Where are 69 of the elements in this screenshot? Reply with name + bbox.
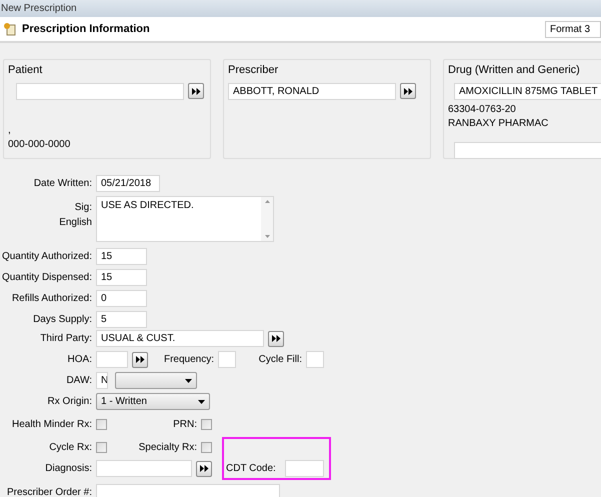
checkbox[interactable]: [96, 418, 107, 430]
input-field[interactable]: 5: [96, 311, 147, 328]
field-label: Third Party:: [40, 332, 92, 346]
input-field[interactable]: 05/21/2018: [96, 175, 160, 192]
input-field[interactable]: [16, 82, 184, 100]
field-label: Date Written:: [34, 177, 92, 191]
field-label: Frequency:: [164, 353, 214, 367]
field-label: Days Supply:: [33, 313, 92, 327]
patient-info: ,: [8, 124, 11, 138]
lookup-button[interactable]: [196, 460, 212, 476]
input-field[interactable]: 0: [96, 290, 147, 307]
field-label: Prescriber Order #:: [6, 486, 92, 497]
field-label: DAW:: [66, 374, 92, 388]
language-label: English: [59, 216, 92, 230]
checkbox[interactable]: [201, 442, 212, 452]
daw-dropdown[interactable]: [115, 372, 197, 389]
input-field[interactable]: [96, 351, 128, 368]
fast-forward-icon: [200, 465, 208, 472]
rx-origin-dropdown[interactable]: 1 - Written: [96, 393, 210, 410]
drug-info: 63304-0763-20: [448, 102, 516, 116]
document-icon: [3, 22, 17, 36]
field-label: PRN:: [173, 418, 197, 432]
caret-icon: [198, 400, 205, 404]
input-field[interactable]: [96, 484, 280, 497]
field-label: Specialty Rx:: [138, 440, 197, 454]
caret-icon: [185, 378, 192, 382]
panel-title: Patient: [8, 63, 42, 78]
input-field[interactable]: [284, 460, 324, 477]
field-label: Refills Authorized:: [12, 292, 92, 306]
scrollbar[interactable]: [261, 197, 273, 241]
input-field[interactable]: [218, 351, 236, 368]
fast-forward-icon: [136, 356, 144, 363]
panel-title: Prescriber: [228, 63, 278, 78]
window-title: New Prescription: [1, 2, 77, 16]
header-title: Prescription Information: [22, 22, 150, 37]
field-label: Quantity Authorized:: [2, 250, 92, 264]
patient-info: 000-000-0000: [8, 138, 70, 152]
format-dropdown[interactable]: Format 3: [545, 20, 601, 38]
field-label: Health Minder Rx:: [12, 418, 92, 432]
drug-info: RANBAXY PHARMAC: [448, 116, 548, 130]
input-field[interactable]: ABBOTT, RONALD: [228, 82, 396, 100]
field-label: Cycle Rx:: [49, 440, 92, 454]
input-field[interactable]: AMOXICILLIN 875MG TABLET: [454, 82, 601, 100]
field-label: Quantity Dispensed:: [2, 271, 92, 285]
input-field[interactable]: [306, 351, 324, 368]
field-label: Diagnosis:: [45, 462, 92, 476]
lookup-button[interactable]: [400, 83, 416, 99]
fast-forward-icon: [192, 88, 200, 94]
input-field[interactable]: 15: [96, 269, 147, 286]
input-field[interactable]: 15: [96, 248, 147, 265]
field-label: CDT Code:: [226, 462, 276, 476]
field-label: Cycle Fill:: [258, 353, 302, 367]
fast-forward-icon: [404, 88, 412, 94]
field-label: Rx Origin:: [48, 395, 92, 409]
fast-forward-icon: [272, 335, 280, 342]
scroll-down-icon[interactable]: [264, 235, 270, 238]
scroll-up-icon[interactable]: [264, 200, 270, 203]
checkbox[interactable]: [96, 442, 107, 452]
input-field[interactable]: USUAL & CUST.: [96, 330, 264, 347]
field-label: HOA:: [68, 353, 92, 367]
input-field[interactable]: [96, 460, 192, 477]
input-field[interactable]: [454, 142, 601, 158]
lookup-button[interactable]: [132, 352, 148, 368]
panel-title: Drug (Written and Generic): [448, 63, 580, 78]
lookup-button[interactable]: [188, 83, 204, 99]
sig-text-area[interactable]: USE AS DIRECTED.: [96, 196, 274, 242]
checkbox[interactable]: [201, 418, 212, 430]
field-label: Sig:: [74, 201, 92, 215]
lookup-button[interactable]: [268, 330, 284, 346]
